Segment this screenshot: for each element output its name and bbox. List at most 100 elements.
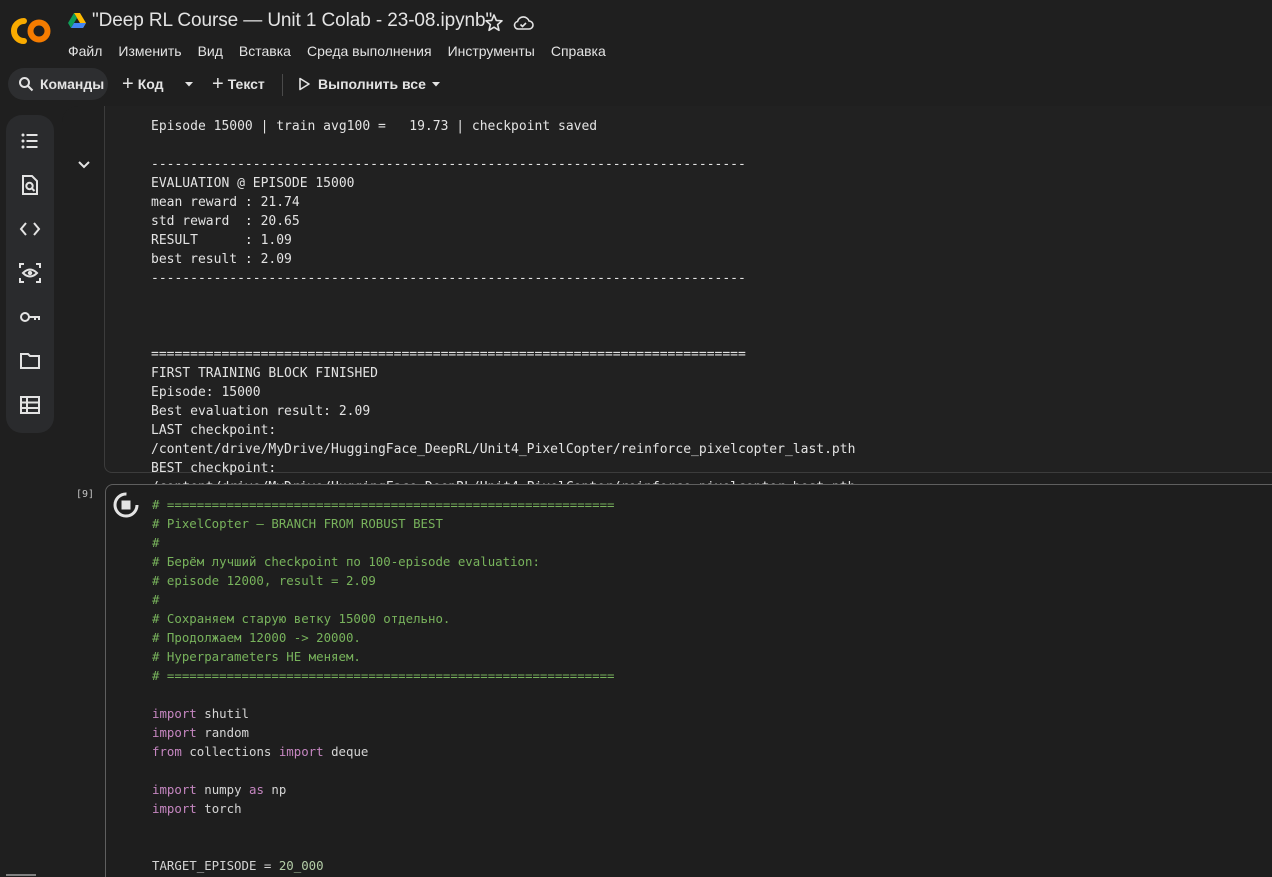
menu-tools[interactable]: Инструменты [440, 42, 543, 60]
code-token: random [204, 725, 249, 740]
code-line: # ======================================… [152, 497, 615, 512]
menu-edit[interactable]: Изменить [110, 42, 189, 60]
notebook-title[interactable]: "Deep RL Course — Unit 1 Colab - 23-08.i… [92, 10, 492, 32]
code-keyword: import [152, 725, 197, 740]
menu-help[interactable]: Справка [543, 42, 614, 60]
run-cell-icon[interactable] [112, 491, 140, 519]
variables-icon[interactable] [18, 261, 42, 285]
toc-icon[interactable] [18, 129, 42, 153]
code-token: TARGET_EPISODE [152, 858, 257, 873]
output-line: LAST checkpoint: [151, 423, 277, 438]
cloud-saved-icon[interactable] [512, 13, 534, 33]
code-line: # Сохраняем старую ветку 15000 отдельно. [152, 611, 451, 626]
menu-bar: Файл Изменить Вид Вставка Среда выполнен… [60, 42, 614, 60]
code-line: TARGET_EPISODE = 20_000 [152, 856, 615, 875]
output-line: ========================================… [151, 347, 746, 362]
google-drive-icon[interactable] [68, 13, 86, 29]
menu-view[interactable]: Вид [190, 42, 231, 60]
code-line: import random [152, 723, 615, 742]
code-editor[interactable]: # ======================================… [152, 495, 615, 875]
add-text-button[interactable]: + Текст [212, 68, 265, 100]
find-replace-icon[interactable] [18, 173, 42, 197]
add-code-label: Код [137, 76, 164, 92]
code-line: # [152, 535, 160, 550]
execution-count: [9] [76, 489, 95, 500]
code-keyword: import [278, 744, 324, 759]
code-line: # episode 12000, result = 2.09 [152, 573, 376, 588]
code-token: deque [331, 744, 369, 759]
output-line: RESULT : 1.09 [151, 233, 292, 248]
add-code-button[interactable]: + Код [122, 68, 164, 100]
code-line: # Берём лучший checkpoint по 100-episode… [152, 554, 540, 569]
toolbar-divider [282, 74, 283, 96]
colab-logo-icon[interactable] [10, 15, 52, 47]
chevron-down-icon[interactable] [429, 77, 443, 91]
toolbar: Команды + Код + Текст Выполнить все [0, 68, 1272, 104]
app-header: "Deep RL Course — Unit 1 Colab - 23-08.i… [0, 0, 1272, 68]
menu-insert[interactable]: Вставка [231, 42, 299, 60]
run-all-button[interactable]: Выполнить все [296, 68, 426, 100]
add-text-label: Текст [227, 76, 265, 92]
output-line: ----------------------------------------… [151, 157, 746, 172]
files-folder-icon[interactable] [18, 349, 42, 373]
code-token: numpy [204, 782, 242, 797]
plus-icon: + [212, 73, 224, 95]
cell-output: Episode 15000 | train avg100 = 19.73 | c… [151, 118, 855, 517]
left-sidebar [6, 115, 54, 433]
code-line: import shutil [152, 704, 615, 723]
code-line: # PixelCopter — BRANCH FROM ROBUST BEST [152, 516, 443, 531]
output-line: std reward : 20.65 [151, 214, 300, 229]
code-line: # Продолжаем 12000 -> 20000. [152, 630, 361, 645]
output-line: best result : 2.09 [151, 252, 292, 267]
output-line: Episode: 15000 [151, 385, 261, 400]
play-icon [299, 77, 310, 91]
search-icon [19, 77, 34, 92]
code-token: np [271, 782, 287, 797]
code-token: torch [204, 801, 242, 816]
code-line: import torch [152, 799, 615, 818]
code-line: import numpy as np [152, 780, 615, 799]
code-line: # Hyperparameters НЕ меняем. [152, 649, 361, 664]
chevron-down-icon[interactable] [182, 77, 196, 91]
star-icon[interactable] [484, 13, 504, 33]
output-line: FIRST TRAINING BLOCK FINISHED [151, 366, 378, 381]
output-line: ----------------------------------------… [151, 271, 746, 286]
commands-button[interactable]: Команды [8, 68, 108, 100]
code-token: shutil [204, 706, 249, 721]
code-line: # [152, 592, 160, 607]
menu-file[interactable]: Файл [60, 42, 110, 60]
code-line: # ======================================… [152, 668, 615, 683]
code-keyword: import [152, 706, 197, 721]
output-line: /content/drive/MyDrive/HuggingFace_DeepR… [151, 442, 856, 457]
output-line: Best evaluation result: 2.09 [151, 404, 371, 419]
secrets-key-icon[interactable] [18, 305, 42, 329]
data-table-icon[interactable] [18, 393, 42, 417]
output-line: EVALUATION @ EPISODE 15000 [151, 176, 355, 191]
code-snippets-icon[interactable] [18, 217, 42, 241]
code-token: collections [189, 744, 272, 759]
status-corner-icon [6, 874, 36, 876]
output-line: Episode 15000 | train avg100 = 19.73 | c… [151, 119, 598, 134]
code-keyword: import [152, 782, 197, 797]
commands-label: Команды [40, 76, 105, 92]
output-line: mean reward : 21.74 [151, 195, 300, 210]
collapse-output-icon[interactable] [76, 156, 92, 172]
code-keyword: as [249, 782, 264, 797]
code-line: from collections import deque [152, 742, 615, 761]
run-all-label: Выполнить все [318, 76, 426, 92]
code-number: 20_000 [278, 858, 324, 873]
code-keyword: import [152, 801, 197, 816]
menu-runtime[interactable]: Среда выполнения [299, 42, 440, 60]
